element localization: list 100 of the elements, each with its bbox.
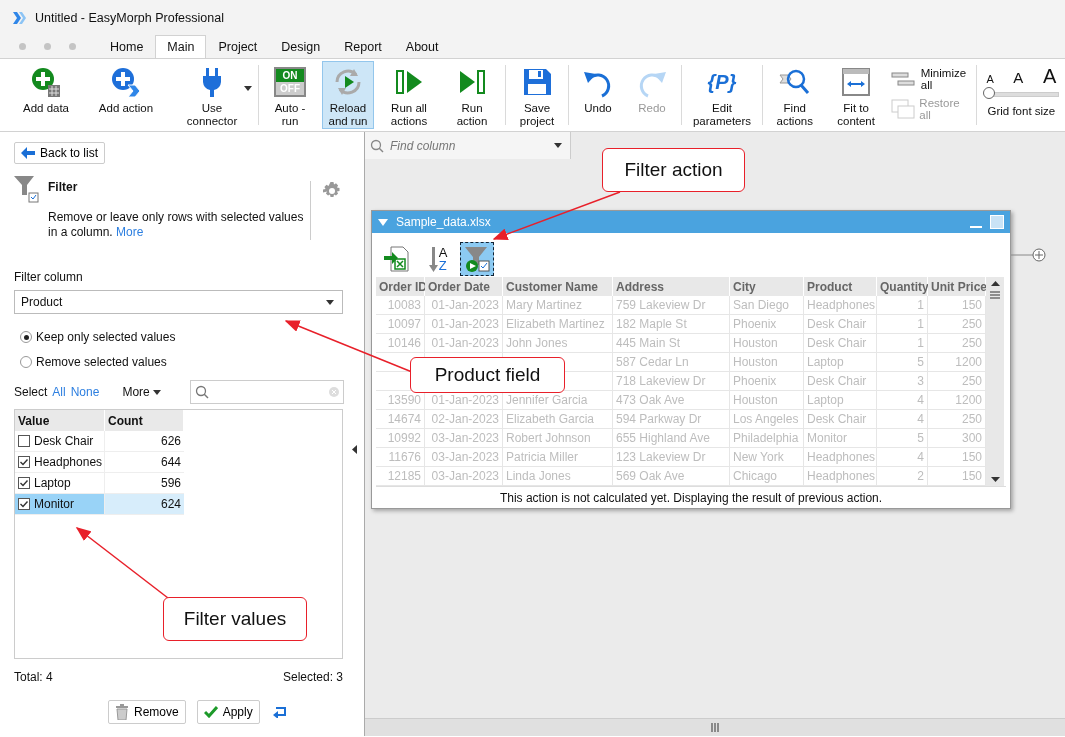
slider-thumb[interactable]: [983, 87, 996, 99]
font-size-button[interactable]: A: [986, 73, 994, 85]
ribbon-button[interactable]: Run action: [444, 61, 500, 129]
table-cell: San Diego: [730, 296, 804, 315]
font-size-button[interactable]: A: [1013, 69, 1024, 86]
font-size-button[interactable]: A: [1043, 65, 1057, 88]
caret-icon: [152, 389, 161, 395]
menu-tab[interactable]: Project: [206, 35, 270, 58]
menu-tab[interactable]: Report: [332, 35, 394, 58]
filter-icon: [14, 176, 42, 204]
ribbon-button[interactable]: {P} Edit parameters: [687, 61, 757, 129]
checkbox[interactable]: [18, 456, 30, 468]
filter-column-dropdown[interactable]: Product: [14, 290, 343, 314]
menu-tab[interactable]: Design: [269, 35, 333, 58]
column-header[interactable]: Product: [804, 277, 877, 296]
radio-label[interactable]: Remove selected values: [36, 355, 167, 369]
collapse-icon[interactable]: [378, 218, 388, 226]
action-step[interactable]: A Z: [420, 242, 454, 276]
action-title: Filter: [48, 180, 79, 194]
window-control-dot[interactable]: [44, 43, 51, 50]
window-control-dot[interactable]: [19, 43, 26, 50]
menu-tab[interactable]: Main: [155, 35, 207, 58]
app-logo-icon: [12, 10, 26, 25]
column-header[interactable]: Address: [613, 277, 730, 296]
menu-tab[interactable]: Home: [98, 35, 156, 58]
ribbon-button[interactable]: Undo: [574, 61, 622, 129]
window-control-dot[interactable]: [69, 43, 76, 50]
value-row[interactable]: Desk Chair 626: [15, 431, 342, 452]
column-header[interactable]: Value: [15, 410, 105, 431]
scroll-thumb-icon[interactable]: [990, 291, 1000, 299]
table-cell: 02-Jan-2023: [425, 410, 503, 429]
horizontal-scrollbar[interactable]: [365, 718, 1065, 736]
table-cell: Patricia Miller: [503, 448, 613, 467]
table-cell: Monitor: [804, 429, 877, 448]
table-cell: 655 Highland Ave: [613, 429, 730, 448]
collapse-arrow-icon[interactable]: [351, 445, 357, 454]
ribbon-button[interactable]: Save project: [511, 61, 563, 129]
table-cell: Headphones: [804, 448, 877, 467]
table-cell: 182 Maple St: [613, 315, 730, 334]
table-cell: 01-Jan-2023: [425, 334, 503, 353]
remove-button[interactable]: Remove: [108, 700, 186, 724]
table-cell: Phoenix: [730, 372, 804, 391]
ribbon-button[interactable]: Minimize all: [890, 67, 972, 91]
table-cell: 01-Jan-2023: [425, 296, 503, 315]
column-header[interactable]: Unit Price: [928, 277, 986, 296]
ribbon-button[interactable]: Add action: [87, 61, 165, 129]
column-header[interactable]: Customer Name: [503, 277, 613, 296]
table-cell: 01-Jan-2023: [425, 315, 503, 334]
value-text: Headphones: [34, 455, 103, 469]
table-cell: 594 Parkway Dr: [613, 410, 730, 429]
back-button[interactable]: Back to list: [14, 142, 106, 164]
table-cell: 4: [877, 391, 928, 410]
select-label: Select: [14, 385, 48, 399]
caret-icon: [244, 86, 252, 91]
select-all-link[interactable]: All: [52, 385, 66, 399]
action-step[interactable]: [460, 242, 494, 276]
table-cell: Desk Chair: [804, 334, 877, 353]
settings-icon[interactable]: [323, 182, 341, 200]
column-header[interactable]: Order Date: [425, 277, 503, 296]
checkbox[interactable]: [18, 498, 30, 510]
scrollbar[interactable]: [986, 277, 1004, 486]
table-cell: 03-Jan-2023: [425, 429, 503, 448]
table-cell: Desk Chair: [804, 372, 877, 391]
table-cell: 5: [877, 429, 928, 448]
more-menu[interactable]: More: [122, 385, 161, 399]
scroll-down-icon[interactable]: [990, 477, 1000, 482]
checkbox[interactable]: [18, 477, 30, 489]
ribbon-button[interactable]: Find actions: [768, 61, 822, 129]
minimize-icon: [890, 71, 917, 87]
table-cell: Laptop: [804, 353, 877, 372]
caret-icon: [554, 143, 562, 148]
column-header[interactable]: Quantity: [877, 277, 928, 296]
table-cell: 03-Jan-2023: [425, 467, 503, 486]
ribbon-button[interactable]: Use connector: [171, 61, 253, 129]
trash-icon: [115, 704, 129, 720]
search-field[interactable]: [190, 380, 344, 404]
table-cell: Laptop: [804, 391, 877, 410]
select-none-link[interactable]: None: [70, 385, 100, 399]
ribbon-button[interactable]: Run all actions: [380, 61, 438, 129]
ribbon-button[interactable]: Reload and run: [322, 61, 374, 129]
apply-button[interactable]: Apply: [196, 700, 260, 724]
radio-label[interactable]: Keep only selected values: [36, 330, 176, 344]
value-row[interactable]: Monitor 624: [15, 494, 342, 515]
value-row[interactable]: Headphones 644: [15, 452, 342, 473]
column-header[interactable]: Count: [105, 410, 184, 431]
column-header[interactable]: City: [730, 277, 804, 296]
more-link[interactable]: More: [116, 225, 144, 239]
find-column-field[interactable]: Find column: [365, 132, 571, 159]
scroll-up-icon[interactable]: [990, 281, 1000, 286]
table-cell: 10097: [376, 315, 425, 334]
checkbox[interactable]: [18, 435, 30, 447]
font-size-slider[interactable]: [983, 87, 1060, 101]
scroll-thumb-icon[interactable]: [711, 723, 719, 732]
table-cell: Philadelphia: [730, 429, 804, 448]
table-cell: Elizabeth Martinez: [503, 315, 613, 334]
ribbon-button[interactable]: Fit to content: [827, 61, 885, 129]
ribbon-button[interactable]: Add data: [11, 61, 81, 129]
add-step-connector-icon[interactable]: [1011, 248, 1047, 262]
menu-tab[interactable]: About: [393, 35, 451, 58]
table-cell: 1: [877, 334, 928, 353]
